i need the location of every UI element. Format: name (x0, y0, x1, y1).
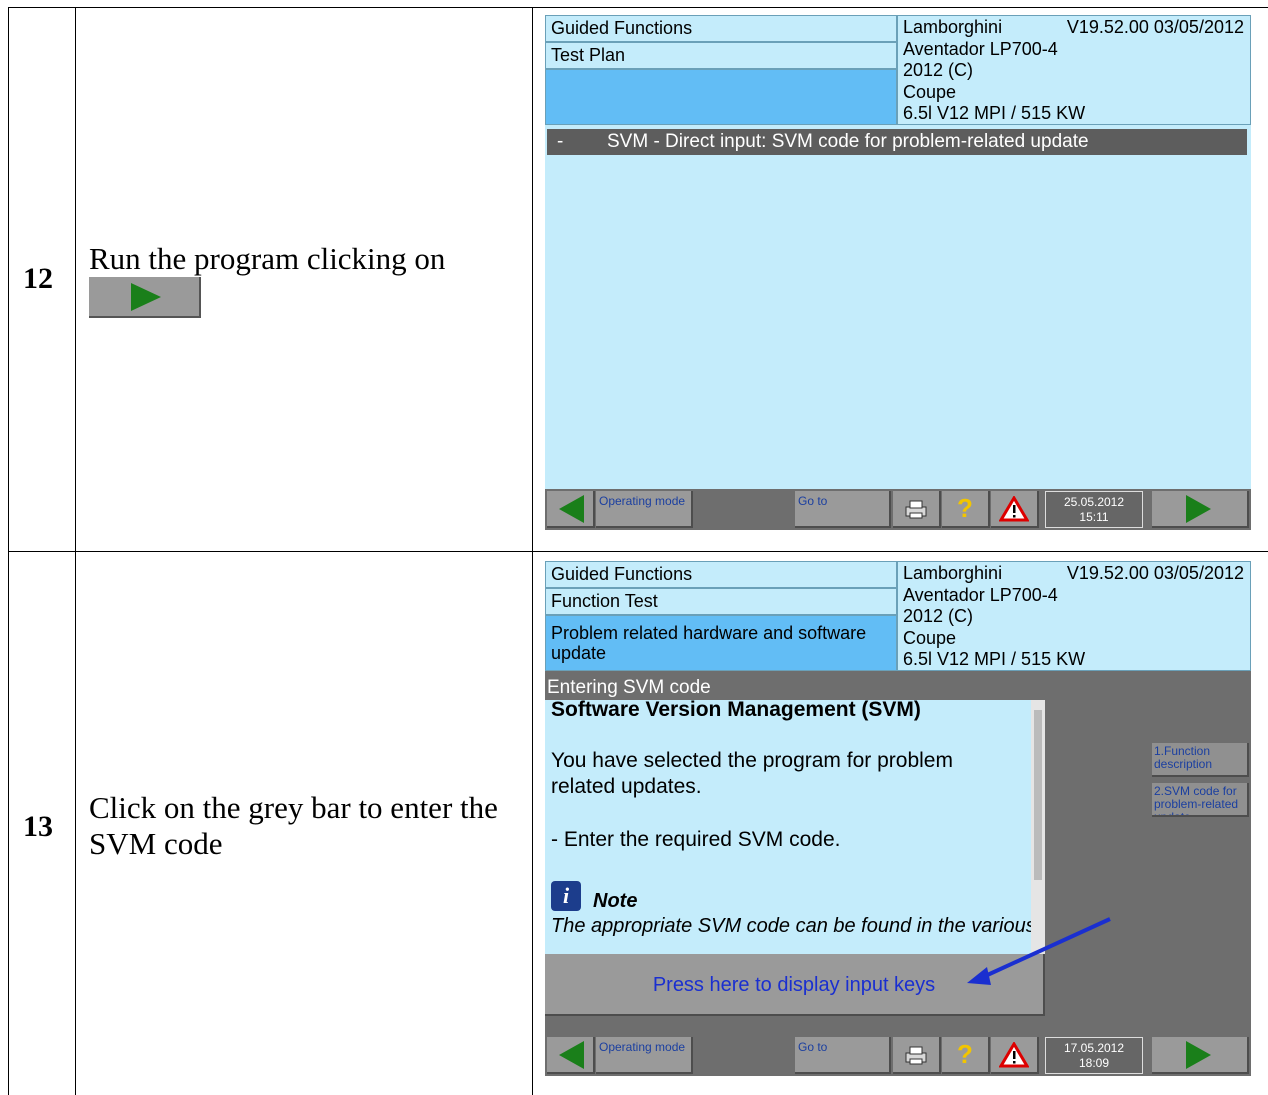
bottom-toolbar: Operating mode Go to ? 25.05.2012 15:11 (545, 489, 1251, 530)
function-label: Guided Functions (545, 561, 897, 588)
instruction-paragraph: - Enter the required SVM code. (551, 828, 841, 851)
scroll-thumb[interactable] (1034, 710, 1042, 880)
go-to-button[interactable]: Go to (795, 491, 891, 528)
function-label: Guided Functions (545, 15, 897, 42)
function-description-button[interactable]: 1.Function description (1152, 743, 1249, 777)
software-version: V19.52.00 03/05/2012 (1066, 17, 1244, 37)
list-item-label: SVM - Direct input: SVM code for problem… (607, 131, 1089, 152)
software-version: V19.52.00 03/05/2012 (1066, 563, 1244, 583)
vehicle-model: Aventador LP700-4 (903, 38, 1058, 59)
vehicle-header: Guided Functions Function Test Problem r… (545, 561, 1251, 671)
vehicle-body: Coupe (903, 81, 957, 102)
vehicle-info: Lamborghini Aventador LP700-4 2012 (C) C… (897, 561, 1251, 671)
description-paragraph: You have selected the program for proble… (551, 749, 953, 798)
bottom-toolbar: Operating mode Go to ? 17.05.2012 18:09 (545, 1035, 1251, 1076)
instruction-text: Click on the grey bar to enter the SVM c… (89, 790, 498, 861)
step-number: 12 (23, 262, 53, 295)
forward-arrow-icon (1186, 495, 1211, 523)
vehicle-header: Guided Functions Test Plan Lamborghini A… (545, 15, 1251, 125)
go-to-button[interactable]: Go to (795, 1037, 891, 1074)
play-icon (131, 283, 161, 311)
table-col-divider-2 (532, 7, 533, 1095)
back-arrow-icon (559, 1041, 584, 1069)
vehicle-year: 2012 (C) (903, 60, 974, 80)
time: 18:09 (1078, 1056, 1110, 1070)
instruction-text: Run the program clicking on (89, 241, 446, 276)
svm-code-button[interactable]: 2.SVM code for problem-related update (1152, 783, 1249, 817)
sub-function-label: Test Plan (545, 42, 897, 69)
date: 25.05.2012 (1063, 495, 1125, 509)
time: 15:11 (1079, 510, 1109, 524)
help-icon: ? (957, 493, 973, 523)
vehicle-model: Aventador LP700-4 (903, 584, 1058, 605)
operating-mode-button[interactable]: Operating mode (596, 1037, 693, 1074)
date-time-display: 25.05.2012 15:11 (1045, 491, 1143, 528)
back-button[interactable] (547, 1037, 595, 1074)
table-row-divider (8, 551, 1268, 552)
table-border-top (8, 7, 1268, 8)
note-label: Note (593, 890, 638, 912)
print-button[interactable] (893, 1037, 941, 1074)
sub-function-label: Function Test (545, 588, 897, 615)
help-icon: ? (957, 1039, 973, 1069)
vehicle-year: 2012 (C) (903, 606, 974, 626)
operating-mode-button[interactable]: Operating mode (596, 491, 693, 528)
vehicle-info: Lamborghini Aventador LP700-4 2012 (C) C… (897, 15, 1251, 125)
play-button-sample (89, 277, 201, 318)
printer-icon (905, 1046, 927, 1065)
screenshot-svm-entry: Guided Functions Function Test Problem r… (545, 561, 1251, 1076)
forward-button[interactable] (1152, 491, 1249, 528)
help-button[interactable]: ? (942, 1037, 990, 1074)
annotation-arrow-icon (967, 917, 1111, 985)
print-button[interactable] (893, 491, 941, 528)
warning-icon (999, 1042, 1029, 1068)
date-time-display: 17.05.2012 18:09 (1045, 1037, 1143, 1074)
step-number: 13 (23, 810, 53, 843)
info-icon: i (551, 881, 581, 911)
program-panel: Entering SVM code Software Version Manag… (545, 671, 1251, 956)
back-button[interactable] (547, 491, 595, 528)
vehicle-engine: 6.5l V12 MPI / 515 KW (903, 103, 1086, 123)
table-border-left (8, 7, 9, 1095)
list-bullet: - (557, 131, 564, 152)
test-plan-item[interactable]: - SVM - Direct input: SVM code for probl… (547, 129, 1247, 155)
date: 17.05.2012 (1063, 1041, 1125, 1055)
printer-icon (905, 500, 927, 519)
selected-program-label (545, 69, 897, 125)
selected-program-label: Problem related hardware and software up… (545, 615, 897, 671)
vehicle-engine: 6.5l V12 MPI / 515 KW (903, 649, 1086, 669)
forward-arrow-icon (1186, 1041, 1211, 1069)
panel-title: Entering SVM code (547, 677, 711, 698)
warning-button[interactable] (991, 491, 1039, 528)
table-col-divider-1 (75, 7, 76, 1095)
forward-button[interactable] (1152, 1037, 1249, 1074)
screenshot-test-plan: Guided Functions Test Plan Lamborghini A… (545, 15, 1251, 530)
back-arrow-icon (559, 495, 584, 523)
content-title: Software Version Management (SVM) (551, 700, 921, 721)
warning-button[interactable] (991, 1037, 1039, 1074)
help-button[interactable]: ? (942, 491, 990, 528)
warning-icon (999, 496, 1029, 522)
vehicle-body: Coupe (903, 627, 957, 648)
